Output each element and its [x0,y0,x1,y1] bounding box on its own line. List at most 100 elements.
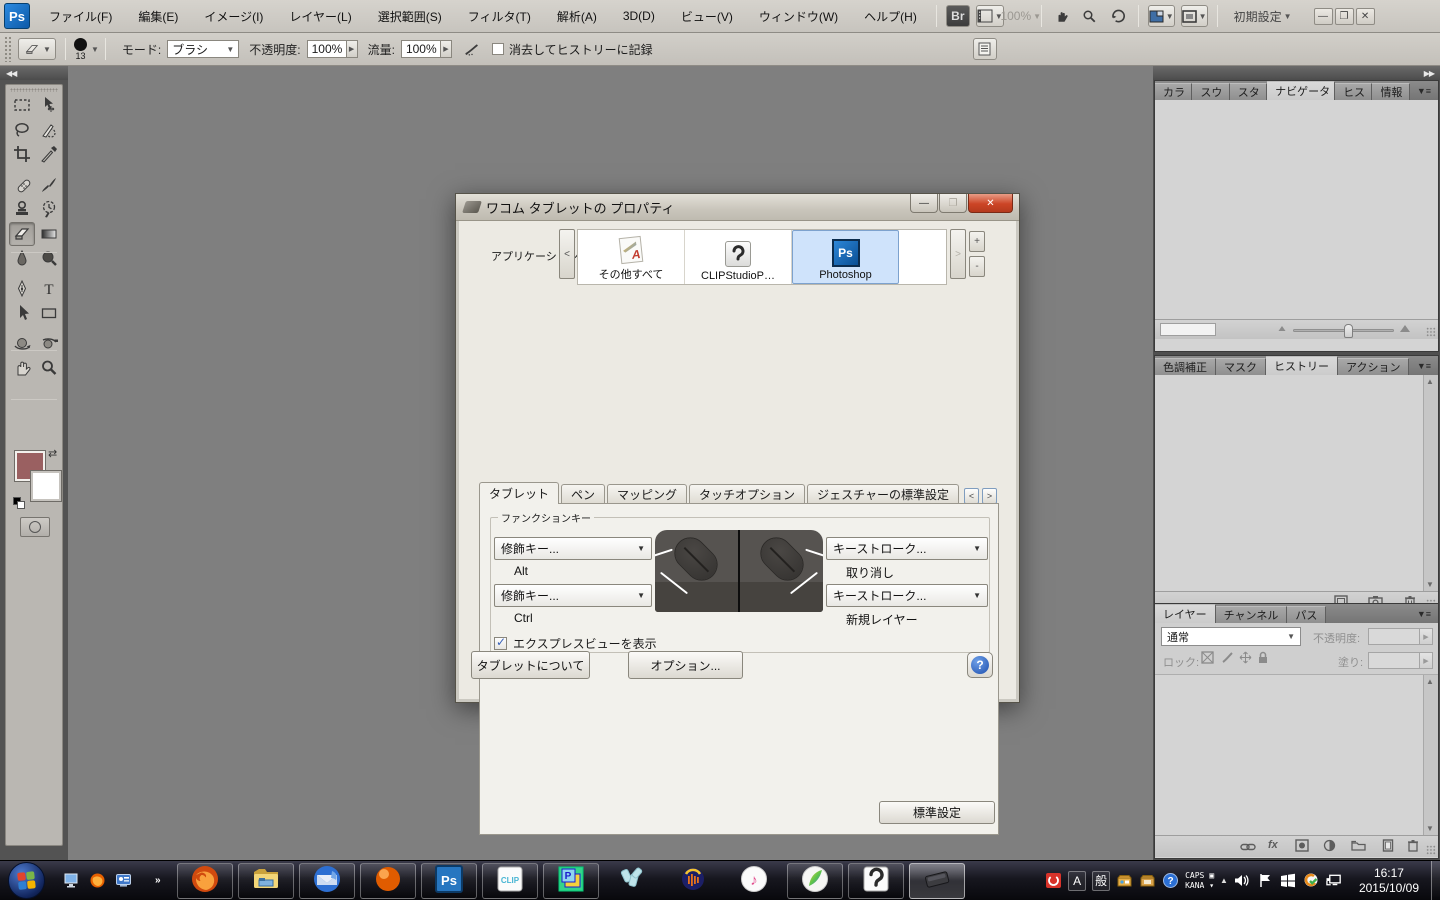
panel-menu-icon[interactable]: ▼≡ [1410,86,1438,96]
menu-item-10[interactable]: ヘルプ(H) [851,0,930,32]
new-layer-icon[interactable] [1381,839,1394,855]
navigator-tab-3[interactable]: ナビゲータ [1267,81,1335,100]
application-item-2[interactable]: PsPhotoshop [792,230,899,284]
fk-bottom-left-select[interactable]: 修飾キー...▼ [494,584,652,607]
eyedropper-tool[interactable] [36,142,62,166]
delete-layer-icon[interactable] [1407,839,1419,855]
background-color-swatch[interactable] [31,471,61,501]
path-selection-tool[interactable] [9,301,35,325]
taskbar-app-audacity[interactable] [665,863,721,899]
quick-mask-button[interactable] [20,517,50,537]
resize-grip[interactable] [1426,327,1436,337]
quick-selection-tool[interactable] [36,118,62,142]
tab-scroll-right-button[interactable]: > [982,488,997,504]
hand-tool[interactable] [9,356,35,380]
dialog-tab-1[interactable]: ペン [561,484,605,504]
show-desktop-button[interactable] [1431,861,1440,900]
dodge-tool[interactable] [36,246,62,270]
maximize-button[interactable]: ❐ [939,194,967,213]
eraser-tool[interactable] [9,222,35,246]
swap-colors-icon[interactable]: ⇄ [48,447,57,460]
navigator-tab-0[interactable]: カラ [1155,83,1192,100]
ime-conversion-button[interactable]: 般 [1092,871,1110,891]
dialog-tab-3[interactable]: タッチオプション [689,484,805,504]
dialog-tab-4[interactable]: ジェスチャーの標準設定 [807,484,959,504]
gradient-tool[interactable] [36,222,62,246]
zoom-out-icon[interactable] [1279,326,1286,331]
taskbar-clock[interactable]: 16:17 2015/10/09 [1359,866,1419,896]
blur-tool[interactable] [9,246,35,270]
dialog-tab-2[interactable]: マッピング [607,484,687,504]
scroll-down-icon[interactable]: ▼ [1426,824,1436,833]
close-button[interactable]: ✕ [1356,8,1375,25]
fk-bottom-right-select[interactable]: キーストローク...▼ [826,584,988,607]
application-item-1[interactable]: CLIPStudioP… [685,230,792,284]
3d-rotate-tool[interactable] [9,332,35,356]
menu-item-8[interactable]: ビュー(V) [668,0,746,32]
flow-input[interactable]: 100% [401,40,441,58]
ime-help-icon[interactable]: ? [1162,872,1179,889]
gwx-windows-icon[interactable] [1280,872,1297,889]
healing-brush-tool[interactable] [9,173,35,197]
lock-position-icon[interactable] [1239,651,1252,667]
lock-transparency-icon[interactable] [1201,651,1214,667]
app-scroll-left-button[interactable]: < [559,229,575,279]
crop-tool[interactable] [9,142,35,166]
pen-tool[interactable] [9,277,35,301]
application-item-0[interactable]: その他すべて [578,230,685,284]
navigator-tab-5[interactable]: 情報 [1372,83,1409,100]
default-colors-icon[interactable] [13,497,25,509]
slider-thumb[interactable] [1344,324,1353,338]
taskbar-app-clip-app[interactable]: CLIP [482,863,538,899]
rectangular-marquee-tool[interactable] [9,93,35,117]
arrange-documents-button[interactable]: ▼ [1148,5,1175,27]
bridge-button[interactable]: Br [946,5,970,27]
scroll-down-icon[interactable]: ▼ [1426,580,1436,589]
dock-header[interactable]: ▶▶ [1153,66,1440,80]
taskbar-app-wacom-tablet-properties[interactable] [909,863,965,899]
panel-menu-icon[interactable]: ▼≡ [1410,361,1438,371]
network-icon[interactable] [1326,872,1343,889]
fk-top-left-select[interactable]: 修飾キー...▼ [494,537,652,560]
start-button[interactable] [8,862,45,899]
navigator-zoom-input[interactable] [1160,323,1216,336]
zoom-tool[interactable] [36,356,62,380]
menu-item-2[interactable]: イメージ(I) [191,0,276,32]
navigator-tab-1[interactable]: スウ [1192,83,1229,100]
tab-scroll-left-button[interactable]: < [964,488,979,504]
3d-orbit-tool[interactable] [36,332,62,356]
scrollbar[interactable]: ▲▼ [1423,375,1438,591]
layer-style-icon[interactable]: fx [1268,839,1278,851]
navigator-tab-4[interactable]: ヒス [1335,83,1372,100]
minimize-button[interactable]: — [910,194,938,213]
type-tool[interactable]: T [36,277,62,301]
scroll-up-icon[interactable]: ▲ [1426,677,1436,686]
hand-tool-icon[interactable] [1050,5,1074,27]
navigator-tab-2[interactable]: スタ [1230,83,1267,100]
menu-item-5[interactable]: フィルタ(T) [455,0,544,32]
erase-to-history-checkbox[interactable]: 消去してヒストリーに記録 [492,41,653,58]
drag-grip[interactable] [4,36,11,62]
tool-preset-button[interactable]: ▼ [18,38,56,60]
add-application-button[interactable]: + [969,231,985,252]
options-button[interactable]: オプション... [628,651,743,679]
zoom-in-icon[interactable] [1400,325,1410,332]
lock-all-icon[interactable] [1257,651,1269,667]
airbrush-toggle[interactable] [460,38,484,60]
app-scroll-right-button[interactable]: > [950,229,966,279]
layers-tab-0[interactable]: レイヤー [1155,604,1216,623]
menu-item-0[interactable]: ファイル(F) [36,0,125,32]
panel-toggle-button[interactable] [973,38,997,60]
menu-item-1[interactable]: 編集(E) [125,0,191,32]
new-group-icon[interactable] [1351,840,1366,854]
help-button[interactable]: ? [967,652,993,678]
express-view-checkbox[interactable]: エクスプレスビューを表示 [494,635,657,652]
ime-dictionary-icon[interactable] [1139,872,1156,889]
screen-mode-button[interactable]: ▼ [1181,5,1208,27]
mode-select[interactable]: ブラシ▼ [167,40,239,58]
resize-grip[interactable] [1426,845,1436,855]
lasso-tool[interactable] [9,118,35,142]
volume-icon[interactable] [1234,872,1251,889]
taskbar-app-feather-paint-app[interactable] [787,863,843,899]
lock-pixels-icon[interactable] [1221,651,1234,667]
